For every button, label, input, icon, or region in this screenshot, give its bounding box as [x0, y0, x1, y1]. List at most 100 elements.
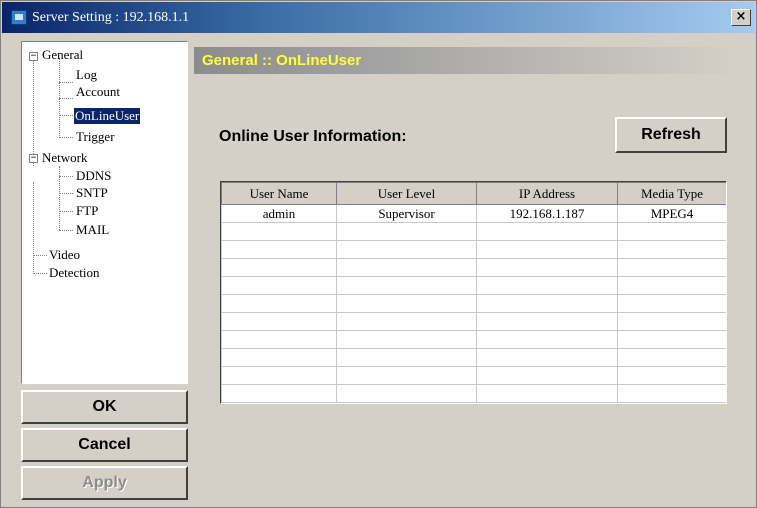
table-cell — [221, 222, 337, 241]
close-icon: × — [735, 9, 747, 24]
tree-line — [59, 176, 73, 177]
tree-collapse-icon[interactable]: − — [29, 154, 38, 163]
server-app-icon — [11, 10, 27, 25]
tree-collapse-icon[interactable]: − — [29, 52, 38, 61]
tree-item-sntp[interactable]: SNTP — [76, 185, 108, 201]
table-row[interactable] — [221, 366, 726, 385]
server-setting-window: Server Setting : 192.168.1.1 × − General… — [0, 0, 757, 508]
table-cell — [336, 348, 477, 367]
tree-line — [33, 56, 34, 166]
table-cell — [336, 294, 477, 313]
online-user-table: User Name User Level IP Address Media Type … — [220, 181, 727, 404]
table-cell — [617, 294, 726, 313]
refresh-button[interactable]: Refresh — [615, 117, 727, 153]
table-cell — [617, 384, 726, 403]
tree-line — [59, 137, 73, 138]
table-cell — [476, 348, 618, 367]
table-cell: MPEG4 — [617, 204, 726, 223]
table-cell — [476, 240, 618, 259]
tree-item-ddns[interactable]: DDNS — [76, 168, 111, 184]
page-header: General :: OnLineUser — [194, 47, 739, 74]
table-body: admin Supervisor 192.168.1.187 MPEG4 — [221, 204, 726, 403]
table-cell: Supervisor — [336, 204, 477, 223]
table-row[interactable] — [221, 258, 726, 277]
table-cell — [476, 258, 618, 277]
table-cell — [336, 222, 477, 241]
page-title: General :: OnLineUser — [202, 52, 362, 69]
table-cell — [221, 276, 337, 295]
table-cell — [476, 312, 618, 331]
settings-tree: − General Log Account OnLineUser Trigger… — [21, 41, 188, 384]
table-cell — [617, 222, 726, 241]
tree-item-ftp[interactable]: FTP — [76, 203, 98, 219]
tree-line — [33, 255, 47, 256]
table-cell — [221, 348, 337, 367]
table-cell — [617, 276, 726, 295]
table-row[interactable]: admin Supervisor 192.168.1.187 MPEG4 — [221, 204, 726, 223]
tree-line — [59, 115, 73, 116]
table-cell — [336, 258, 477, 277]
tree-item-log[interactable]: Log — [76, 67, 97, 83]
table-cell — [221, 366, 337, 385]
tree-line — [59, 211, 73, 212]
cancel-button[interactable]: Cancel — [21, 428, 188, 462]
title-bar[interactable]: Server Setting : 192.168.1.1 × — [2, 2, 755, 33]
table-cell — [476, 366, 618, 385]
table-cell — [617, 258, 726, 277]
tree-item-general[interactable]: General — [42, 47, 83, 63]
table-cell — [617, 366, 726, 385]
table-row[interactable] — [221, 348, 726, 367]
table-cell: 192.168.1.187 — [476, 204, 618, 223]
tree-item-video[interactable]: Video — [49, 247, 80, 263]
tree-line — [33, 182, 34, 274]
tree-line — [59, 230, 73, 231]
table-cell — [617, 240, 726, 259]
table-cell — [476, 294, 618, 313]
table-cell — [221, 294, 337, 313]
close-button[interactable]: × — [731, 9, 751, 26]
tree-item-mail[interactable]: MAIL — [76, 222, 109, 238]
section-label: Online User Information: — [219, 128, 407, 145]
tree-item-network[interactable]: Network — [42, 150, 88, 166]
window-title: Server Setting : 192.168.1.1 — [32, 10, 190, 25]
table-cell — [221, 258, 337, 277]
tree-line — [59, 98, 73, 99]
table-cell — [336, 312, 477, 331]
table-cell — [221, 330, 337, 349]
table-cell — [617, 348, 726, 367]
apply-button[interactable]: Apply — [21, 466, 188, 500]
tree-line — [59, 193, 73, 194]
table-row[interactable] — [221, 312, 726, 331]
table-row[interactable] — [221, 294, 726, 313]
table-cell: admin — [221, 204, 337, 223]
column-header[interactable]: IP Address — [476, 182, 618, 205]
table-row[interactable] — [221, 276, 726, 295]
ok-button[interactable]: OK — [21, 390, 188, 424]
table-row[interactable] — [221, 384, 726, 403]
table-cell — [617, 312, 726, 331]
table-cell — [336, 366, 477, 385]
table-cell — [476, 384, 618, 403]
table-cell — [221, 384, 337, 403]
column-header[interactable]: User Name — [221, 182, 337, 205]
table-cell — [221, 312, 337, 331]
table-cell — [221, 240, 337, 259]
table-cell — [336, 330, 477, 349]
tree-item-detection[interactable]: Detection — [49, 265, 100, 281]
table-row[interactable] — [221, 330, 726, 349]
table-cell — [476, 222, 618, 241]
table-cell — [336, 384, 477, 403]
tree-line — [33, 273, 47, 274]
table-cell — [476, 276, 618, 295]
table-cell — [617, 330, 726, 349]
table-row[interactable] — [221, 240, 726, 259]
tree-item-onlineuser[interactable]: OnLineUser — [74, 108, 141, 124]
column-header[interactable]: Media Type — [617, 182, 726, 205]
table-cell — [476, 330, 618, 349]
table-cell — [336, 276, 477, 295]
tree-item-account[interactable]: Account — [76, 84, 120, 100]
column-header[interactable]: User Level — [336, 182, 477, 205]
table-row[interactable] — [221, 222, 726, 241]
tree-line — [59, 82, 73, 83]
tree-item-trigger[interactable]: Trigger — [76, 129, 115, 145]
